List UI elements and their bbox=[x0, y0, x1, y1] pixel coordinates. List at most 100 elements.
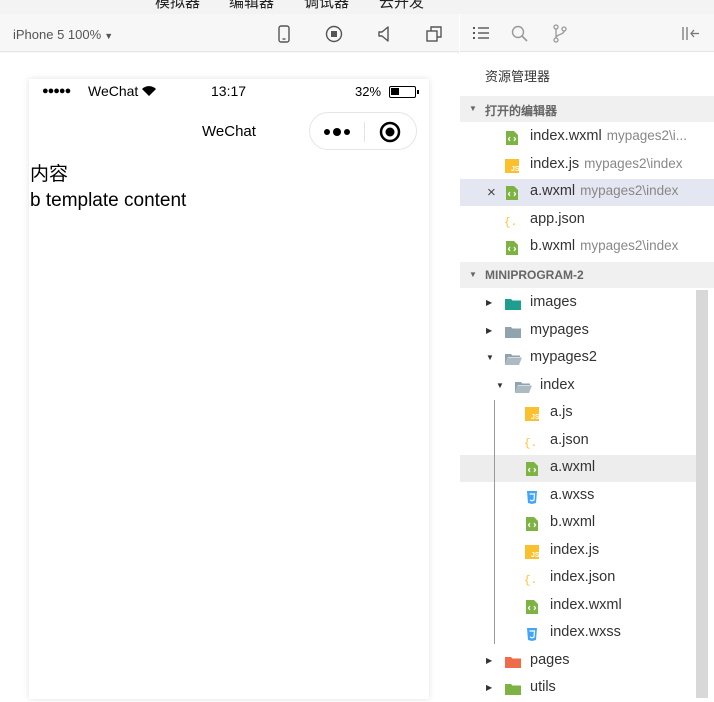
tree-item-label: mypages bbox=[530, 321, 589, 338]
chevron-down-icon[interactable]: ▼ bbox=[496, 381, 504, 390]
collapse-panel-icon[interactable] bbox=[682, 26, 700, 41]
file-name: b.wxml mypages2\index bbox=[530, 238, 679, 254]
tree-item-label: pages bbox=[530, 651, 570, 668]
wxml-file-icon bbox=[524, 461, 540, 477]
explorer-panel: 资源管理器 ▼ 打开的编辑器 index.wxml mypages2\i... JS… bbox=[460, 14, 714, 698]
tree-item-label: index.json bbox=[550, 569, 616, 585]
chevron-right-icon[interactable]: ▶ bbox=[486, 683, 492, 692]
menu-item-cloud[interactable]: 云开发 bbox=[379, 0, 424, 12]
tree-file[interactable]: a.wxss bbox=[460, 483, 696, 510]
json-file-icon: {..} bbox=[524, 434, 550, 450]
battery-percent: 32% bbox=[355, 84, 382, 99]
phone-screen[interactable]: ●●●●● WeChat 13:17 32% WeChat 内容 b templ… bbox=[29, 79, 429, 699]
tree-item-label: a.js bbox=[550, 404, 573, 420]
tree-folder[interactable]: ▶ pages bbox=[460, 648, 696, 675]
tree-file[interactable]: b.wxml bbox=[460, 510, 696, 537]
chevron-down-icon: ▼ bbox=[469, 104, 477, 113]
open-editor-item[interactable]: index.wxml mypages2\i... bbox=[460, 124, 714, 151]
svg-text:{..}: {..} bbox=[524, 575, 540, 587]
phone-icon[interactable] bbox=[275, 25, 293, 43]
status-bar: ●●●●● WeChat 13:17 32% bbox=[29, 79, 429, 103]
js-file-icon: JS bbox=[504, 158, 520, 174]
source-control-icon[interactable] bbox=[552, 24, 568, 43]
tree-file[interactable]: a.wxml bbox=[460, 455, 696, 482]
wxss-file-icon bbox=[524, 489, 540, 505]
open-editors-label: 打开的编辑器 bbox=[485, 104, 558, 118]
tree-folder[interactable]: ▼ index bbox=[460, 373, 696, 400]
nav-bar: WeChat bbox=[29, 109, 429, 155]
folder-icon bbox=[504, 681, 522, 697]
open-editor-item[interactable]: × a.wxml mypages2\index bbox=[460, 179, 714, 206]
folder-icon bbox=[504, 654, 522, 670]
search-icon[interactable] bbox=[511, 25, 528, 42]
status-time: 13:17 bbox=[211, 83, 247, 99]
tree-folder[interactable]: ▶ mypages bbox=[460, 318, 696, 345]
window-icon[interactable] bbox=[425, 25, 443, 43]
explorer-toolbar bbox=[460, 14, 714, 52]
file-name: a.wxml mypages2\index bbox=[530, 183, 679, 199]
tree-file[interactable]: {..} a.json bbox=[460, 428, 696, 455]
folder-icon bbox=[504, 324, 522, 340]
tree-item-label: b.wxml bbox=[550, 514, 596, 530]
folder-icon bbox=[504, 351, 522, 367]
js-file-icon: JS bbox=[524, 406, 540, 422]
menu-item-editor[interactable]: 编辑器 bbox=[229, 0, 274, 12]
tree-indent-guide bbox=[494, 400, 495, 644]
tree-file[interactable]: {..} index.json bbox=[460, 565, 696, 592]
content-line: 内容 bbox=[30, 164, 69, 185]
tree-item-label: index bbox=[540, 376, 575, 393]
project-header[interactable]: ▼ MINIPROGRAM-2 bbox=[460, 262, 714, 288]
json-file-icon: {..} bbox=[524, 571, 550, 587]
page-content: 内容 b template content bbox=[30, 162, 186, 214]
svg-text:JS: JS bbox=[531, 414, 540, 421]
list-icon[interactable] bbox=[473, 26, 489, 40]
tree-item-label: index.wxss bbox=[550, 624, 621, 640]
open-editor-item[interactable]: {..} app.json bbox=[460, 207, 714, 234]
file-name: index.wxml mypages2\i... bbox=[530, 128, 688, 144]
svg-text:JS: JS bbox=[531, 552, 540, 559]
tree-item-label: a.wxml bbox=[550, 459, 596, 475]
wxml-file-icon bbox=[524, 516, 540, 532]
folder-icon bbox=[514, 379, 532, 395]
open-editor-item[interactable]: b.wxml mypages2\index bbox=[460, 234, 714, 261]
chevron-right-icon[interactable]: ▶ bbox=[486, 298, 492, 307]
folder-icon bbox=[504, 296, 522, 312]
tree-file[interactable]: JS a.js bbox=[460, 400, 696, 427]
chevron-right-icon[interactable]: ▶ bbox=[486, 326, 492, 335]
chevron-down-icon: ▼ bbox=[469, 270, 477, 279]
tree-item-label: mypages2 bbox=[530, 349, 597, 365]
chevron-down-icon: ▼ bbox=[104, 31, 114, 41]
close-target-icon[interactable] bbox=[379, 121, 401, 143]
tree-item-label: index.js bbox=[550, 541, 600, 558]
tree-item-label: utils bbox=[530, 679, 556, 695]
chevron-right-icon[interactable]: ▶ bbox=[486, 656, 492, 665]
wifi-icon bbox=[142, 86, 156, 96]
project-label: MINIPROGRAM-2 bbox=[485, 268, 584, 282]
volume-icon[interactable] bbox=[376, 25, 394, 43]
tree-item-label: a.json bbox=[550, 431, 589, 448]
device-select[interactable]: iPhone 5 100% ▼ bbox=[13, 27, 113, 42]
tree-file[interactable]: JS index.js bbox=[460, 538, 696, 565]
menu-bar: 模拟器 编辑器 调试器 云开发 bbox=[0, 0, 714, 14]
menu-item-debugger[interactable]: 调试器 bbox=[304, 0, 349, 12]
more-icon[interactable] bbox=[323, 123, 351, 141]
svg-text:{..}: {..} bbox=[504, 217, 520, 229]
tree-file[interactable]: index.wxss bbox=[460, 620, 696, 647]
file-path: mypages2\index bbox=[580, 238, 679, 253]
signal-dots: ●●●●● bbox=[42, 85, 71, 97]
menu-item-simulator[interactable]: 模拟器 bbox=[155, 0, 200, 12]
file-path: mypages2\index bbox=[584, 155, 683, 171]
tree-file[interactable]: index.wxml bbox=[460, 593, 696, 620]
record-icon[interactable] bbox=[325, 25, 343, 43]
open-editor-item[interactable]: JS index.js mypages2\index bbox=[460, 152, 714, 179]
tree-folder[interactable]: ▶ images bbox=[460, 290, 696, 317]
file-name: index.js mypages2\index bbox=[530, 155, 683, 172]
tree-item-label: index.wxml bbox=[550, 596, 622, 613]
tree-item-label: a.wxss bbox=[550, 486, 595, 503]
close-icon[interactable]: × bbox=[487, 184, 496, 201]
svg-text:JS: JS bbox=[511, 166, 520, 173]
chevron-down-icon[interactable]: ▼ bbox=[486, 353, 494, 362]
scrollbar[interactable] bbox=[696, 290, 708, 698]
open-editors-header[interactable]: ▼ 打开的编辑器 bbox=[460, 96, 714, 122]
tree-folder[interactable]: ▼ mypages2 bbox=[460, 345, 696, 372]
